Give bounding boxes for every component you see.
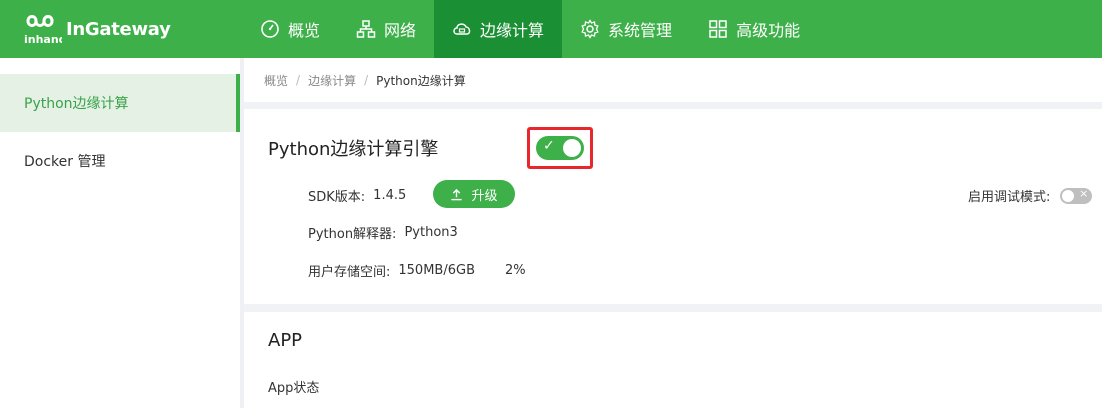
sidebar: Python边缘计算 Docker 管理 bbox=[0, 58, 240, 408]
nav-overview[interactable]: 概览 bbox=[242, 0, 338, 58]
upgrade-label: 升级 bbox=[471, 188, 498, 204]
breadcrumb-current: Python边缘计算 bbox=[376, 73, 466, 88]
inhand-logo-icon: inhand bbox=[22, 11, 67, 47]
sdk-version-label: SDK版本: bbox=[308, 190, 366, 205]
engine-enable-toggle[interactable]: ✓ bbox=[536, 136, 584, 160]
upload-icon bbox=[451, 188, 463, 200]
app-panel: APP App状态 bbox=[244, 312, 1102, 408]
interpreter-label: Python解释器: bbox=[308, 227, 397, 242]
logo[interactable]: inhand InGateway bbox=[0, 0, 242, 58]
nav-system-management[interactable]: 系统管理 bbox=[562, 0, 690, 58]
breadcrumb: 概览 / 边缘计算 / Python边缘计算 bbox=[244, 58, 1102, 102]
main-nav: 概览 网络 边缘计算 系统管理 高级功能 bbox=[242, 0, 818, 58]
nav-label: 网络 bbox=[384, 21, 417, 40]
grid-icon bbox=[709, 20, 727, 38]
sidebar-item-python-edge[interactable]: Python边缘计算 bbox=[0, 74, 240, 132]
sidebar-item-docker[interactable]: Docker 管理 bbox=[0, 132, 240, 190]
debug-mode-toggle[interactable]: × bbox=[1060, 186, 1093, 204]
debug-mode-label: 启用调试模式: bbox=[968, 190, 1051, 205]
toggle-knob bbox=[1062, 189, 1075, 202]
storage-row: 用户存储空间: 150MB/6GB 2% bbox=[308, 261, 526, 280]
gear-icon bbox=[581, 19, 599, 39]
sdk-version-value: 1.4.5 bbox=[373, 188, 407, 203]
breadcrumb-separator: / bbox=[364, 73, 369, 87]
nav-edge-computing[interactable]: 边缘计算 bbox=[434, 0, 563, 58]
engine-title: Python边缘计算引擎 bbox=[268, 139, 439, 160]
breadcrumb-edge-computing[interactable]: 边缘计算 bbox=[308, 72, 356, 89]
engine-toggle-highlight: ✓ bbox=[527, 127, 593, 169]
sidebar-item-label: Docker 管理 bbox=[24, 154, 106, 170]
sdk-version-row: SDK版本: 1.4.5 bbox=[308, 186, 406, 205]
storage-percent: 2% bbox=[504, 263, 526, 278]
brand-name: InGateway bbox=[66, 18, 171, 40]
interpreter-value: Python3 bbox=[404, 225, 458, 240]
network-icon bbox=[356, 20, 376, 38]
app-status-label: App状态 bbox=[268, 381, 320, 396]
close-icon: × bbox=[1079, 186, 1089, 200]
app-title: APP bbox=[268, 330, 303, 351]
sidebar-item-label: Python边缘计算 bbox=[24, 96, 129, 112]
interpreter-row: Python解释器: Python3 bbox=[308, 223, 458, 242]
cloud-compute-icon bbox=[453, 23, 471, 35]
nav-label: 系统管理 bbox=[608, 21, 673, 40]
breadcrumb-separator: / bbox=[296, 73, 301, 87]
nav-label: 边缘计算 bbox=[480, 21, 545, 40]
nav-label: 高级功能 bbox=[736, 21, 801, 40]
storage-value: 150MB/6GB bbox=[398, 263, 475, 278]
check-icon: ✓ bbox=[543, 138, 555, 154]
nav-network[interactable]: 网络 bbox=[338, 0, 434, 58]
storage-label: 用户存储空间: bbox=[308, 265, 391, 280]
breadcrumb-overview[interactable]: 概览 bbox=[264, 72, 288, 89]
debug-mode-row: 启用调试模式: × bbox=[968, 186, 1093, 205]
upgrade-button[interactable]: 升级 bbox=[433, 180, 515, 208]
toggle-knob bbox=[563, 139, 581, 157]
logo-mark-text: inhand bbox=[24, 33, 62, 46]
nav-label: 概览 bbox=[288, 21, 321, 40]
python-engine-panel: Python边缘计算引擎 ✓ SDK版本: 1.4.5 升级 启用调试模式: ×… bbox=[244, 109, 1102, 304]
dashboard-icon bbox=[261, 20, 279, 38]
nav-advanced[interactable]: 高级功能 bbox=[690, 0, 818, 58]
top-nav-bar: inhand InGateway 概览 网络 边缘计算 系统管理 高级功能 bbox=[0, 0, 1102, 58]
